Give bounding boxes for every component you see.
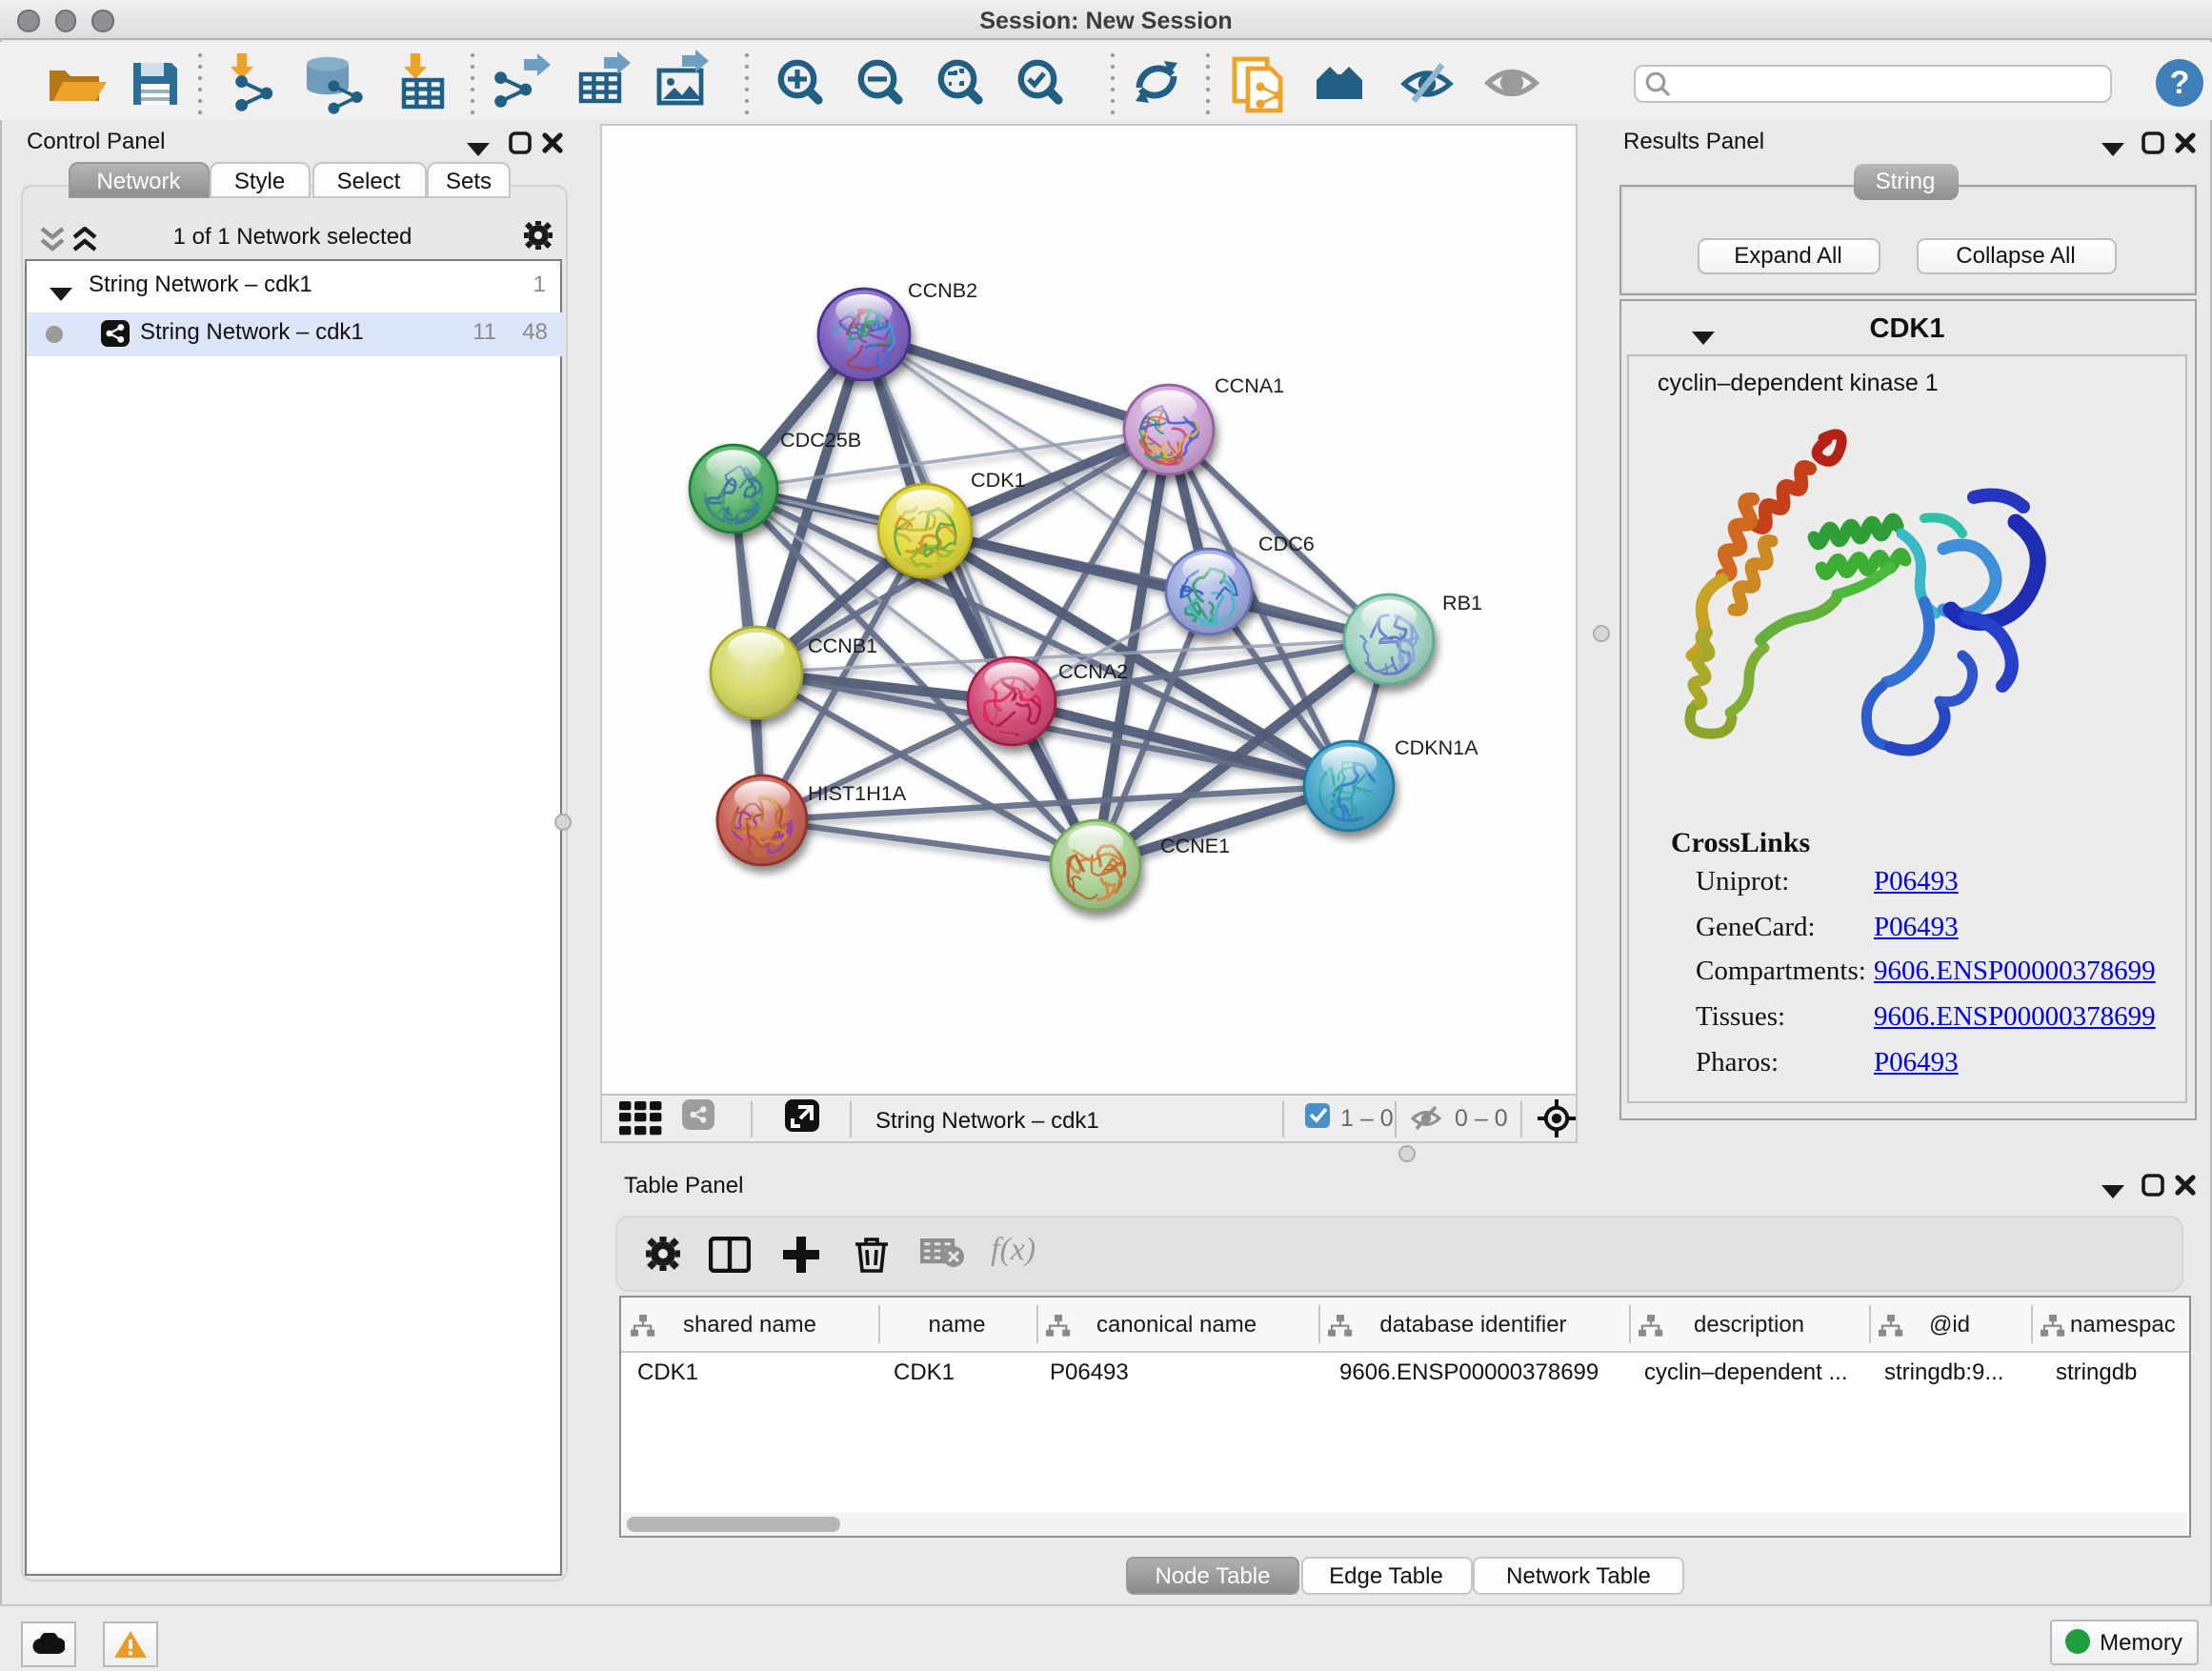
svg-text:CCNE1: CCNE1 <box>1159 833 1229 856</box>
svg-text:CDC6: CDC6 <box>1257 531 1314 554</box>
svg-text:CDK1: CDK1 <box>970 467 1025 491</box>
svg-text:CCNB2: CCNB2 <box>907 277 976 301</box>
svg-text:?: ? <box>2170 65 2190 101</box>
svg-text:HIST1H1A: HIST1H1A <box>807 780 906 804</box>
svg-text:CCNA2: CCNA2 <box>1057 658 1127 682</box>
svg-text:CDC25B: CDC25B <box>779 427 860 451</box>
svg-text:CDKN1A: CDKN1A <box>1394 735 1478 758</box>
svg-text:RB1: RB1 <box>1441 590 1481 614</box>
svg-text:CCNA1: CCNA1 <box>1214 372 1283 396</box>
svg-text:CCNB1: CCNB1 <box>807 633 876 656</box>
